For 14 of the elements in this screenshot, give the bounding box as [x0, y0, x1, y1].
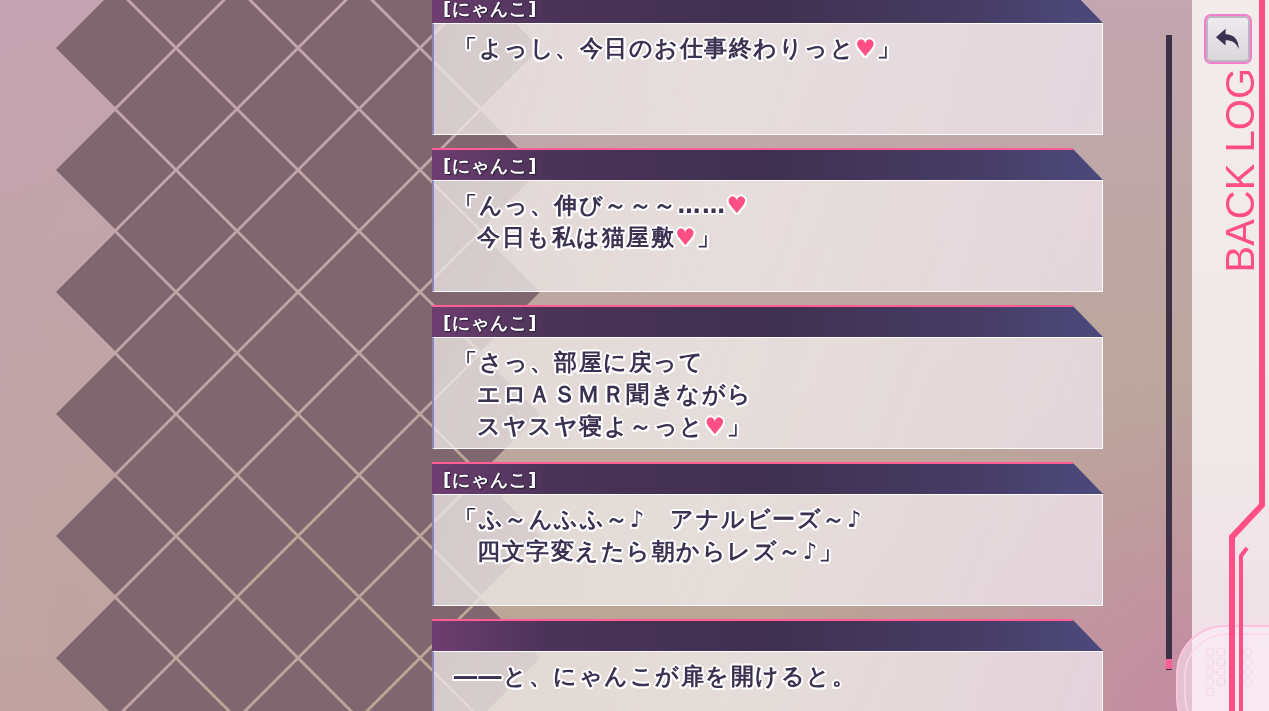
dialogue-text: 「ふ～んふふ～♪ アナルビーズ～♪ 四文字変えたら朝からレズ～♪」	[454, 505, 864, 566]
dialogue-text: ――と、にゃんこが扉を開けると。	[454, 662, 857, 691]
speaker-name: [にゃんこ]	[443, 467, 538, 491]
return-arrow-icon	[1216, 28, 1240, 50]
dialogue-text: 「よっし、今日のお仕事終わりっと♥」	[454, 34, 903, 63]
dialogue-text: 「さっ、部屋に戻って エロＡＳＭＲ聞きながら スヤスヤ寝よ～っと♥」	[454, 348, 754, 441]
back-button[interactable]	[1204, 14, 1252, 64]
speaker-name: [にゃんこ]	[443, 153, 538, 177]
speaker-name: [にゃんこ]	[443, 0, 538, 20]
scrollbar-track[interactable]	[1166, 35, 1172, 670]
panel-title: BACK LOG	[1222, 68, 1258, 273]
speaker-name: [にゃんこ]	[443, 310, 538, 334]
scrollbar-thumb[interactable]	[1166, 659, 1172, 669]
dialogue-text: 「んっ、伸び～～～……♥ 今日も私は猫屋敷♥」	[454, 191, 750, 252]
